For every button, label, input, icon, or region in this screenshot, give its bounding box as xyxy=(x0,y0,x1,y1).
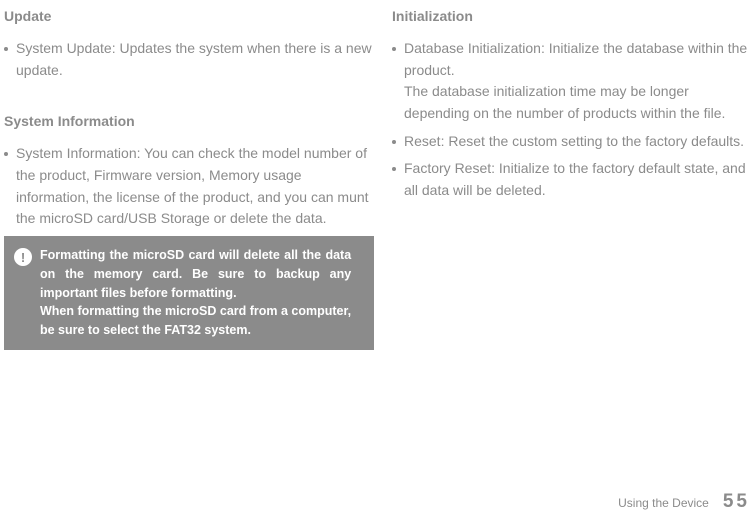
list-item: System Information: You can check the mo… xyxy=(4,143,374,230)
bullet-icon xyxy=(392,167,396,171)
page-number: 55 xyxy=(723,491,750,513)
list-item: Factory Reset: Initialize to the factory… xyxy=(392,158,756,201)
init-title: Initialization xyxy=(392,8,756,24)
footer-label: Using the Device xyxy=(618,496,709,510)
update-item-text: System Update: Updates the system when t… xyxy=(16,38,374,81)
sysinfo-item-text: System Information: You can check the mo… xyxy=(16,143,374,230)
list-item: Database Initialization: Initialize the … xyxy=(392,38,756,125)
bullet-icon xyxy=(4,152,8,156)
warning-text: Formatting the microSD card will delete … xyxy=(40,246,351,340)
init-item-text-0: Database Initialization: Initialize the … xyxy=(404,38,756,125)
init-item-text-2: Factory Reset: Initialize to the factory… xyxy=(404,158,756,201)
warning-callout: ! Formatting the microSD card will delet… xyxy=(4,236,374,350)
init-item-text-1: Reset: Reset the custom setting to the f… xyxy=(404,131,744,153)
page-footer: Using the Device 55 xyxy=(618,491,750,513)
bullet-icon xyxy=(392,47,396,51)
bullet-icon xyxy=(392,140,396,144)
bullet-icon xyxy=(4,47,8,51)
sysinfo-title: System Information xyxy=(4,113,374,129)
update-title: Update xyxy=(4,8,374,24)
alert-icon: ! xyxy=(14,248,32,266)
list-item: System Update: Updates the system when t… xyxy=(4,38,374,81)
list-item: Reset: Reset the custom setting to the f… xyxy=(392,131,756,153)
